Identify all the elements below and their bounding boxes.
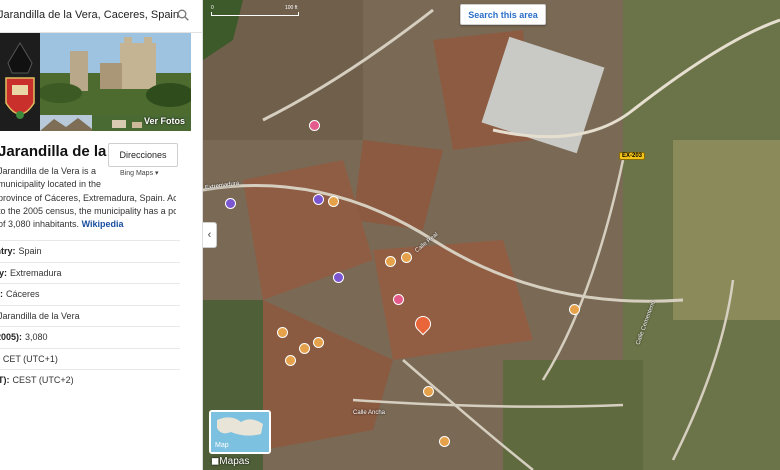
fact-key: Province: bbox=[0, 289, 4, 300]
fact-key: Population (2005): bbox=[0, 332, 23, 343]
description-line-last: of 3,080 inhabitants. Wikipedia bbox=[0, 218, 176, 231]
ver-fotos-link[interactable]: Ver Fotos bbox=[144, 116, 185, 126]
poi-marker[interactable] bbox=[569, 304, 580, 315]
description-line: to the 2005 census, the municipality has… bbox=[0, 205, 176, 216]
search-query[interactable]: Jarandilla de la Vera, Caceres, Spain bbox=[0, 9, 179, 21]
road-shield: EX-203 bbox=[619, 152, 646, 160]
fact-municipality: Municipality:Jarandilla de la Vera bbox=[0, 304, 180, 327]
poi-marker[interactable] bbox=[385, 256, 396, 267]
fact-autonomous-community: Autonomous community:Extremadura bbox=[0, 261, 180, 284]
description-line: municipality located in the bbox=[0, 179, 102, 190]
poi-marker[interactable] bbox=[423, 386, 434, 397]
maps-brand-logo: ◼Mapas bbox=[211, 456, 250, 467]
castle-photo bbox=[38, 33, 194, 115]
entity-description: Jarandilla de la Vera is a municipality … bbox=[0, 165, 176, 231]
minimap-toggle[interactable]: Map bbox=[209, 410, 271, 454]
scale-max-label: 100 ft bbox=[285, 5, 298, 11]
poi-marker[interactable] bbox=[309, 120, 320, 131]
poi-marker[interactable] bbox=[313, 337, 324, 348]
map-view[interactable]: 0 100 ft Search this area ‹ Extremadura … bbox=[203, 0, 780, 470]
fact-value: Jarandilla de la Vera bbox=[0, 310, 80, 321]
poi-marker[interactable] bbox=[401, 252, 412, 263]
fact-key: Summer (DST): bbox=[0, 375, 10, 386]
info-panel: Jarandilla de la Vera, Caceres, Spain Ve… bbox=[0, 0, 203, 470]
fact-key: Autonomous community: bbox=[0, 267, 7, 278]
poi-marker[interactable] bbox=[439, 436, 450, 447]
search-bar[interactable]: Jarandilla de la Vera, Caceres, Spain bbox=[0, 0, 202, 33]
fact-value: CET (UTC+1) bbox=[2, 353, 58, 364]
fact-value: CEST (UTC+2) bbox=[12, 375, 74, 386]
description-line: Jarandilla de la Vera is a bbox=[0, 166, 97, 176]
poi-marker[interactable] bbox=[313, 194, 324, 205]
directions-button[interactable]: Direcciones bbox=[108, 143, 178, 167]
fact-summer-dst: Summer (DST):CEST (UTC+2) bbox=[0, 369, 180, 391]
description-line: of 3,080 inhabitants. bbox=[0, 219, 80, 230]
description-line: province of Cáceres, Extremadura, Spain.… bbox=[0, 192, 176, 203]
search-this-area-button[interactable]: Search this area bbox=[460, 4, 546, 25]
scale-min-label: 0 bbox=[211, 5, 214, 11]
fact-key: Country: bbox=[0, 246, 16, 257]
mountain-photo bbox=[40, 115, 92, 131]
fact-value: 3,080 bbox=[25, 332, 48, 343]
minimap-label: Map bbox=[215, 442, 229, 449]
fact-value: Extremadura bbox=[10, 267, 62, 278]
fact-country: Country:Spain bbox=[0, 240, 180, 262]
collapse-panel-button[interactable]: ‹ bbox=[203, 222, 217, 248]
poi-marker[interactable] bbox=[225, 198, 236, 209]
fact-population: Population (2005):3,080 bbox=[0, 326, 180, 348]
scale-line bbox=[211, 12, 299, 16]
poi-marker[interactable] bbox=[299, 343, 310, 354]
facts-list: Country:Spain Autonomous community:Extre… bbox=[0, 240, 180, 391]
scale-bar: 0 100 ft bbox=[209, 5, 299, 16]
search-icon[interactable] bbox=[177, 9, 189, 21]
street-label: Calle Ancha bbox=[353, 410, 386, 416]
fact-time-zone: Time zone:CET (UTC+1) bbox=[0, 347, 180, 370]
poi-marker[interactable] bbox=[333, 272, 344, 283]
coat-of-arms-image bbox=[0, 33, 40, 131]
fact-province: Province:Cáceres bbox=[0, 283, 180, 305]
fact-value: Cáceres bbox=[6, 289, 40, 300]
poi-marker[interactable] bbox=[285, 355, 296, 366]
poi-marker[interactable] bbox=[393, 294, 404, 305]
wikipedia-link[interactable]: Wikipedia bbox=[82, 219, 124, 229]
poi-marker[interactable] bbox=[277, 327, 288, 338]
poi-marker[interactable] bbox=[328, 196, 339, 207]
satellite-imagery[interactable] bbox=[203, 0, 780, 470]
fact-value: Spain bbox=[18, 246, 42, 257]
